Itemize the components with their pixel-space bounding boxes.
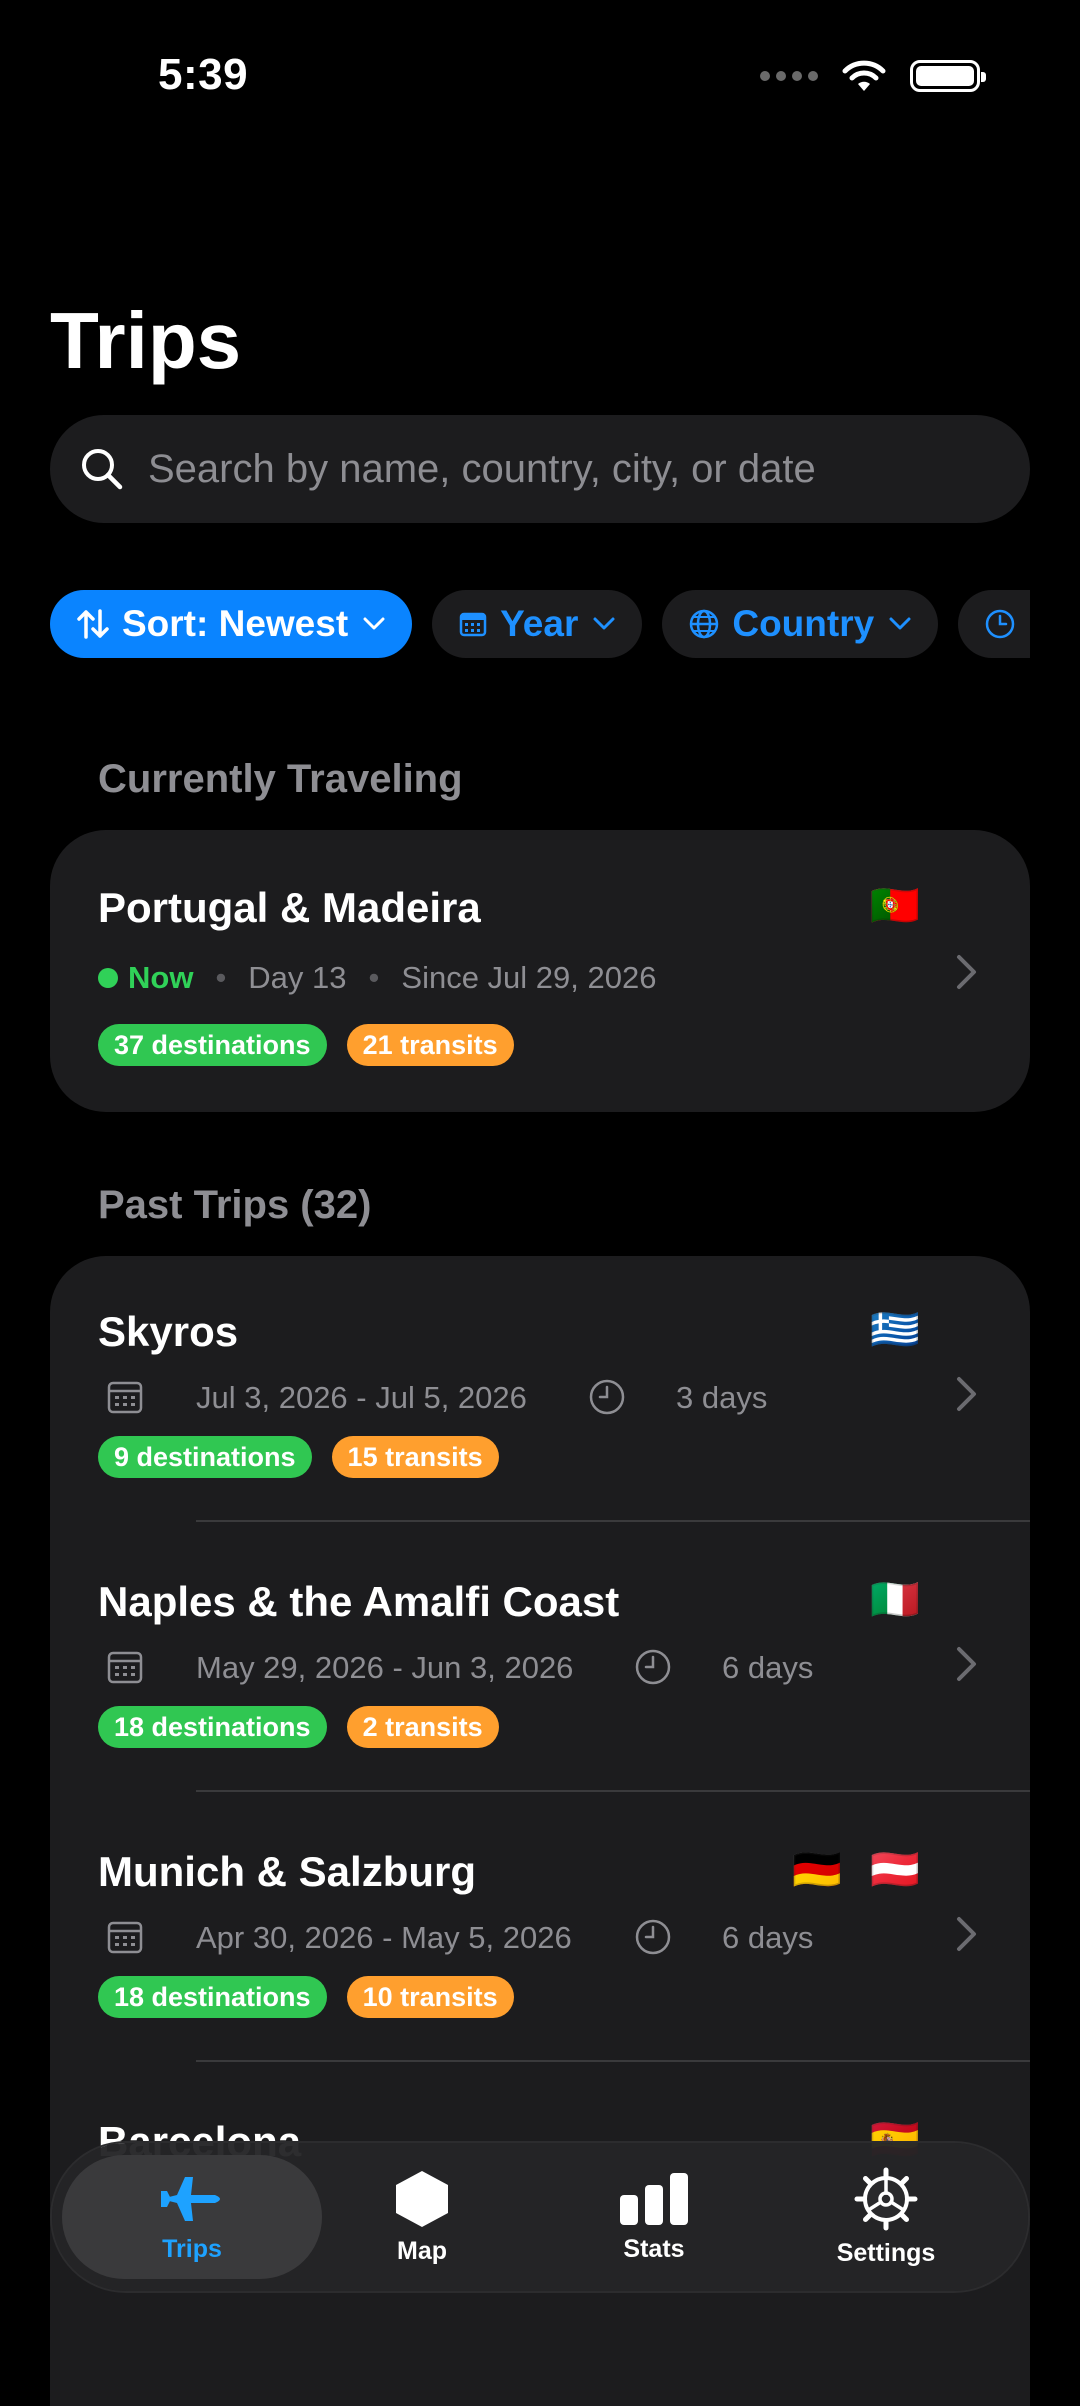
duration-filter-button[interactable] [958,590,1030,658]
status-time: 5:39 [158,50,249,99]
trip-flags: 🇬🇷 [870,1306,920,1353]
sort-arrows-icon [77,609,109,639]
chevron-down-icon [593,617,615,630]
status-bar: 5:39 [0,0,1080,150]
sort-label: Sort: Newest [122,603,349,644]
year-label: Year [500,603,579,644]
battery-icon [910,60,986,92]
chevron-right-icon [957,955,976,989]
flag-austria: 🇦🇹 [870,1848,920,1892]
flag-germany: 🇩🇪 [792,1848,843,1892]
calendar-icon [107,1921,143,1954]
filter-bar: Sort: Newest Year Country [50,590,1030,658]
clock-icon [635,1919,671,1955]
sort-button[interactable]: Sort: Newest [50,590,413,658]
trip-badges: 37 destinations 21 transits [98,1024,514,1066]
wifi-icon [842,60,886,91]
trip-row[interactable]: Munich & Salzburg 🇩🇪 🇦🇹 Apr 30, 2026 - M… [50,1796,1030,2062]
tab-settings[interactable]: Settings [776,2143,996,2291]
clock-icon [985,609,1015,639]
trip-day: Day 13 [248,960,347,995]
trip-badges: 18 destinations 10 transits [98,1976,514,2018]
clock-icon [589,1379,625,1415]
trip-dates: Jul 3, 2026 - Jul 5, 2026 [196,1380,527,1415]
year-filter-button[interactable]: Year [432,590,643,658]
tab-map[interactable]: Map [312,2143,532,2291]
trip-row[interactable]: Skyros 🇬🇷 Jul 3, 2026 - Jul 5, 2026 3 da… [50,1256,1030,1522]
transits-badge: 21 transits [346,1024,514,1066]
globe-icon [690,609,719,639]
country-label: Country [732,603,875,644]
bar-chart-icon [620,2172,688,2225]
map-hexagon-icon [396,2170,448,2227]
clock-icon [635,1649,671,1685]
trip-title: Munich & Salzburg [98,1848,476,1895]
airplane-icon [161,2176,220,2221]
transits-badge: 10 transits [346,1976,514,2018]
trip-flags: 🇩🇪 🇦🇹 [792,1846,920,1893]
gear-icon [854,2167,918,2230]
destinations-badge: 18 destinations [98,1976,327,2018]
calendar-icon [459,612,487,637]
chevron-right-icon [957,1917,976,1951]
status-icons [760,58,986,94]
tab-stats[interactable]: Stats [544,2143,764,2291]
calendar-icon [107,1381,143,1414]
chevron-right-icon [957,1647,976,1681]
trip-duration: 6 days [722,1920,814,1955]
tab-trips[interactable]: Trips [62,2155,322,2279]
transits-badge: 15 transits [331,1436,499,1478]
trip-dates: May 29, 2026 - Jun 3, 2026 [196,1650,574,1685]
trip-badges: 18 destinations 2 transits [98,1706,499,1748]
section-header-past: Past Trips (32) [98,1183,372,1227]
trip-status-row: Now • Day 13 • Since Jul 29, 2026 [98,960,656,996]
flag-greece: 🇬🇷 [870,1308,920,1352]
destinations-badge: 37 destinations [98,1024,327,1066]
chevron-down-icon [889,617,911,630]
trip-dates: Apr 30, 2026 - May 5, 2026 [196,1920,572,1955]
tab-bar: Trips Map Stats Settings [52,2143,1028,2291]
search-input[interactable] [146,445,1000,493]
section-header-current: Currently Traveling [98,757,463,801]
tab-label: Map [397,2236,447,2265]
trip-duration: 3 days [676,1380,768,1415]
divider [196,1520,1030,1522]
cellular-signal-icon [760,71,818,81]
trip-flags: 🇮🇹 [870,1576,920,1623]
status-now: Now [128,960,194,995]
chevron-right-icon [957,1377,976,1411]
divider [196,2060,1030,2062]
current-trip-card[interactable]: Portugal & Madeira 🇵🇹 Now • Day 13 • Sin… [50,830,1030,1112]
destinations-badge: 9 destinations [98,1436,312,1478]
search-bar[interactable] [50,415,1030,523]
trip-duration: 6 days [722,1650,814,1685]
transits-badge: 2 transits [346,1706,499,1748]
trip-title: Portugal & Madeira [98,884,481,931]
country-filter-button[interactable]: Country [662,590,939,658]
tab-label: Settings [836,2238,936,2267]
trip-row[interactable]: Naples & the Amalfi Coast 🇮🇹 May 29, 202… [50,1526,1030,1792]
trip-since: Since Jul 29, 2026 [401,960,657,995]
calendar-icon [107,1651,143,1684]
destinations-badge: 18 destinations [98,1706,327,1748]
trip-title: Naples & the Amalfi Coast [98,1578,620,1625]
search-icon [82,449,123,490]
tab-label: Stats [623,2234,685,2263]
trip-title: Skyros [98,1308,239,1355]
flag-italy: 🇮🇹 [870,1578,920,1622]
trip-flags: 🇵🇹 [870,882,920,929]
flag-portugal: 🇵🇹 [870,884,920,928]
divider [196,1790,1030,1792]
trip-badges: 9 destinations 15 transits [98,1436,499,1478]
chevron-down-icon [363,617,385,630]
tab-label: Trips [162,2234,222,2263]
live-status-dot [98,968,118,988]
page-title: Trips [50,296,242,385]
